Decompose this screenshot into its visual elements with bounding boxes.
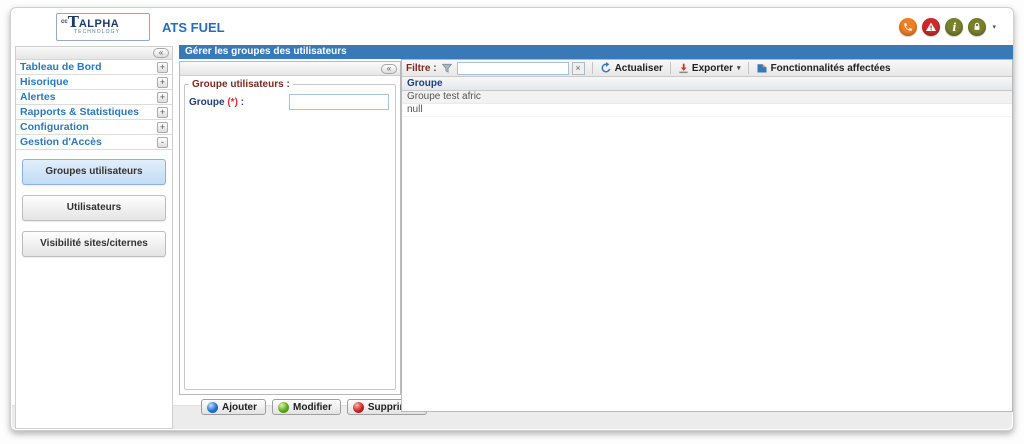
sidebar-item-label: Alertes xyxy=(20,91,56,103)
export-icon xyxy=(679,63,688,73)
sidebar-item-gestion-acces[interactable]: Gestion d'Accès - xyxy=(16,135,172,150)
label-colon: : xyxy=(240,96,245,108)
sidebar-header-bar: « xyxy=(16,47,172,60)
alert-icon[interactable] xyxy=(922,18,941,36)
submenu-utilisateurs-button[interactable]: Utilisateurs xyxy=(22,195,166,221)
sidebar-item-tableau-de-bord[interactable]: Tableau de Bord + xyxy=(16,60,172,75)
refresh-icon xyxy=(601,62,610,73)
sidebar-item-label: Hisorique xyxy=(20,76,69,88)
fonctionnalites-label: Fonctionnalités affectées xyxy=(770,62,891,74)
submenu-visibilite-sites-citernes-button[interactable]: Visibilité sites/citernes xyxy=(22,231,166,257)
grid-toolbar: Filtre : × Actualiser Exporter ▾ Fonctio… xyxy=(402,60,1012,77)
gestion-acces-submenu: Groupes utilisateurs Utilisateurs Visibi… xyxy=(16,150,172,257)
sidebar-item-alertes[interactable]: Alertes + xyxy=(16,90,172,105)
header-icon-group: i ▾ xyxy=(899,18,996,36)
table-row[interactable]: null xyxy=(402,104,1012,117)
add-orb-icon xyxy=(207,401,218,413)
phone-icon[interactable] xyxy=(899,18,918,36)
app-header: cc T ALPHA TECHNOLOGY ATS FUEL i ▾ xyxy=(12,9,1012,45)
expand-icon[interactable]: + xyxy=(157,91,168,103)
funnel-icon xyxy=(441,63,452,73)
toolbar-separator xyxy=(591,62,593,74)
group-field-label: Groupe (*) : xyxy=(189,97,244,108)
form-body: Groupe utilisateurs : Groupe (*) : xyxy=(180,76,400,394)
expand-icon[interactable]: + xyxy=(157,61,168,73)
group-name-input[interactable] xyxy=(289,94,389,110)
ajouter-button[interactable]: Ajouter xyxy=(201,399,266,415)
ajouter-button-label: Ajouter xyxy=(222,401,257,413)
sidebar-item-label: Rapports & Statistiques xyxy=(20,106,140,118)
exporter-label: Exporter xyxy=(691,62,734,74)
edit-orb-icon xyxy=(278,401,289,413)
logo-t-text: T xyxy=(67,13,79,31)
required-mark: (*) xyxy=(227,96,238,108)
sidebar: « Tableau de Bord + Hisorique + Alertes … xyxy=(15,46,173,429)
sidebar-item-label: Tableau de Bord xyxy=(20,61,102,73)
clear-filter-icon[interactable]: × xyxy=(571,61,585,75)
exporter-button[interactable]: Exporter ▾ xyxy=(678,63,741,74)
expand-icon[interactable]: + xyxy=(157,121,168,133)
logo-wordmark: cc T ALPHA xyxy=(61,13,145,31)
group-form-panel: « Groupe utilisateurs : Groupe (*) : xyxy=(179,61,401,395)
modifier-button[interactable]: Modifier xyxy=(272,399,341,415)
sidebar-collapse-icon[interactable]: « xyxy=(153,48,169,58)
actualiser-button[interactable]: Actualiser xyxy=(600,62,663,74)
fieldset-legend: Groupe utilisateurs : xyxy=(192,79,290,90)
expand-icon[interactable]: + xyxy=(157,106,168,118)
collapse-section-icon[interactable]: - xyxy=(157,136,168,148)
filter-label: Filtre : xyxy=(406,62,437,74)
actualiser-label: Actualiser xyxy=(614,62,663,74)
toolbar-separator xyxy=(669,62,671,74)
grid-column-header-groupe[interactable]: Groupe xyxy=(402,77,1012,91)
features-icon xyxy=(757,64,767,73)
app-title: ATS FUEL xyxy=(162,20,225,35)
submenu-groupes-utilisateurs-button[interactable]: Groupes utilisateurs xyxy=(22,159,166,185)
lock-icon[interactable] xyxy=(968,18,987,36)
groups-grid-panel: Filtre : × Actualiser Exporter ▾ Fonctio… xyxy=(401,59,1013,412)
page-title-bar: Gérer les groupes des utilisateurs xyxy=(179,45,1013,59)
expand-icon[interactable]: + xyxy=(157,76,168,88)
info-icon[interactable]: i xyxy=(945,18,964,36)
group-field-row: Groupe (*) : xyxy=(185,90,395,110)
table-row[interactable]: Groupe test afric xyxy=(402,91,1012,104)
logo-subname-text: TECHNOLOGY xyxy=(74,29,121,35)
delete-orb-icon xyxy=(352,401,364,413)
group-fieldset: Groupe utilisateurs : Groupe (*) : xyxy=(184,79,396,390)
form-panel-collapse-icon[interactable]: « xyxy=(381,63,397,74)
form-panel-header-bar: « xyxy=(180,62,400,76)
form-action-buttons: Ajouter Modifier Supprimer xyxy=(201,399,427,415)
export-menu-caret-icon: ▾ xyxy=(737,65,741,72)
fonctionnalites-affectees-button[interactable]: Fonctionnalités affectées xyxy=(756,62,891,74)
filter-input[interactable] xyxy=(456,61,569,75)
sidebar-item-configuration[interactable]: Configuration + xyxy=(16,120,172,135)
group-label-text: Groupe xyxy=(189,96,225,108)
sidebar-item-label: Configuration xyxy=(20,121,89,133)
company-logo: cc T ALPHA TECHNOLOGY xyxy=(56,13,150,41)
app-window: cc T ALPHA TECHNOLOGY ATS FUEL i ▾ « Tab… xyxy=(10,7,1014,431)
modifier-button-label: Modifier xyxy=(293,401,332,413)
sidebar-item-historique[interactable]: Hisorique + xyxy=(16,75,172,90)
sidebar-item-label: Gestion d'Accès xyxy=(20,136,102,148)
sidebar-item-rapports-statistiques[interactable]: Rapports & Statistiques + xyxy=(16,105,172,120)
info-glyph: i xyxy=(952,20,957,34)
screenshot-canvas: cc T ALPHA TECHNOLOGY ATS FUEL i ▾ « Tab… xyxy=(0,0,1024,444)
header-menu-caret-icon[interactable]: ▾ xyxy=(992,23,996,31)
logo-cc-text: cc xyxy=(61,19,68,25)
toolbar-separator xyxy=(747,62,749,74)
